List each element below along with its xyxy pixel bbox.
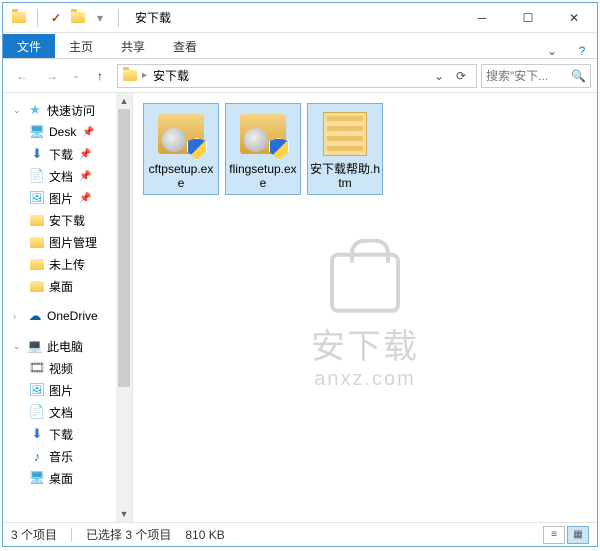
scroll-down-icon[interactable]: ▼ (116, 506, 132, 522)
address-dropdown-icon[interactable]: ⌄ (428, 65, 450, 87)
pictures-icon: 🖼 (29, 382, 45, 398)
ribbon-expand-icon[interactable]: ⌄ (537, 44, 567, 58)
app-folder-icon (11, 10, 27, 26)
sidebar-item-folder[interactable]: 安下载 (3, 209, 132, 231)
selection-size: 810 KB (185, 528, 224, 542)
navigation-pane: ⌄ ★ 快速访问 🖥Desk📌 ⬇下载📌 📄文档📌 🖼图片📌 安下载 图片管理 … (3, 93, 133, 522)
sidebar-item-folder[interactable]: 未上传 (3, 253, 132, 275)
address-bar[interactable]: ▸ 安下载 ⌄ ⟳ (117, 64, 477, 88)
file-tab[interactable]: 文件 (3, 34, 55, 58)
icons-view-button[interactable]: ▦ (567, 526, 589, 544)
status-bar: 3 个项目 已选择 3 个项目 810 KB ≡ ▦ (3, 522, 597, 546)
sidebar-item-pictures[interactable]: 🖼图片📌 (3, 187, 132, 209)
qat-new-folder-icon[interactable] (70, 10, 86, 26)
navigation-row: ← → ⌄ ↑ ▸ 安下载 ⌄ ⟳ 🔍 (3, 59, 597, 93)
sidebar-scrollbar[interactable]: ▲ ▼ (116, 93, 132, 522)
sidebar-item-downloads[interactable]: ⬇下载 (3, 423, 132, 445)
search-input[interactable] (486, 69, 567, 83)
quick-access-toolbar: ✓ ▾ (3, 9, 131, 27)
desktop-icon: 🖥 (29, 124, 45, 140)
sidebar-item-folder[interactable]: 桌面 (3, 275, 132, 297)
sidebar-item-downloads[interactable]: ⬇下载📌 (3, 143, 132, 165)
exe-icon (155, 108, 207, 160)
sidebar-item-desktop[interactable]: 🖥Desk📌 (3, 121, 132, 143)
htm-icon (319, 108, 371, 160)
pictures-icon: 🖼 (29, 190, 45, 206)
download-icon: ⬇ (29, 146, 45, 162)
sidebar-item-music[interactable]: ♪音乐 (3, 445, 132, 467)
search-icon[interactable]: 🔍 (571, 69, 586, 83)
item-count: 3 个项目 (11, 526, 57, 543)
folder-icon (29, 278, 45, 294)
pin-icon: 📌 (82, 127, 94, 138)
this-pc-node[interactable]: ⌄💻此电脑 (3, 335, 132, 357)
caret-right-icon[interactable]: › (13, 311, 23, 321)
sidebar-item-desktop[interactable]: 🖥桌面 (3, 467, 132, 489)
caret-down-icon[interactable]: ⌄ (13, 341, 23, 352)
close-button[interactable]: ✕ (551, 3, 597, 33)
document-icon: 📄 (29, 404, 45, 420)
ribbon-tabs: 文件 主页 共享 查看 ⌄ ? (3, 33, 597, 59)
breadcrumb[interactable]: 安下载 (151, 67, 191, 84)
qat-properties-icon[interactable]: ✓ (48, 10, 64, 26)
desktop-icon: 🖥 (29, 470, 45, 486)
music-icon: ♪ (29, 448, 45, 464)
title-bar: ✓ ▾ 安下载 ─ ☐ ✕ (3, 3, 597, 33)
folder-icon (29, 234, 45, 250)
refresh-icon[interactable]: ⟳ (450, 65, 472, 87)
sidebar-item-label: 快速访问 (47, 102, 95, 119)
tab-view[interactable]: 查看 (159, 34, 211, 58)
help-icon[interactable]: ? (567, 44, 597, 58)
file-name-label: cftpsetup.exe (146, 162, 216, 190)
scroll-up-icon[interactable]: ▲ (116, 93, 132, 109)
folder-icon (29, 212, 45, 228)
exe-icon (237, 108, 289, 160)
folder-icon (122, 68, 138, 84)
qat-dropdown-icon[interactable]: ▾ (92, 10, 108, 26)
quick-access-node[interactable]: ⌄ ★ 快速访问 (3, 99, 132, 121)
pc-icon: 💻 (27, 338, 43, 354)
star-icon: ★ (27, 102, 43, 118)
file-item[interactable]: flingsetup.exe (225, 103, 301, 195)
shield-icon (269, 138, 289, 160)
sidebar-item-folder[interactable]: 图片管理 (3, 231, 132, 253)
video-icon: 🎞 (29, 360, 45, 376)
onedrive-icon: ☁ (27, 308, 43, 324)
download-icon: ⬇ (29, 426, 45, 442)
window-title: 安下载 (135, 9, 171, 26)
recent-dropdown-icon[interactable]: ⌄ (69, 63, 83, 89)
document-icon: 📄 (29, 168, 45, 184)
details-view-button[interactable]: ≡ (543, 526, 565, 544)
forward-button[interactable]: → (39, 63, 65, 89)
sidebar-item-documents[interactable]: 📄文档📌 (3, 165, 132, 187)
maximize-button[interactable]: ☐ (505, 3, 551, 33)
sidebar-item-videos[interactable]: 🎞视频 (3, 357, 132, 379)
pin-icon: 📌 (79, 193, 91, 204)
selection-count: 已选择 3 个项目 (86, 526, 171, 543)
folder-icon (29, 256, 45, 272)
file-name-label: 安下载帮助.htm (310, 162, 380, 190)
pin-icon: 📌 (79, 149, 91, 160)
shield-icon (187, 138, 207, 160)
caret-down-icon[interactable]: ⌄ (13, 105, 23, 116)
file-item[interactable]: cftpsetup.exe (143, 103, 219, 195)
pin-icon: 📌 (79, 171, 91, 182)
minimize-button[interactable]: ─ (459, 3, 505, 33)
scrollbar-thumb[interactable] (118, 109, 130, 387)
tab-home[interactable]: 主页 (55, 34, 107, 58)
sidebar-item-documents[interactable]: 📄文档 (3, 401, 132, 423)
file-item[interactable]: 安下载帮助.htm (307, 103, 383, 195)
chevron-right-icon[interactable]: ▸ (142, 70, 147, 81)
tab-share[interactable]: 共享 (107, 34, 159, 58)
watermark: 安下载 anxz.com (311, 252, 419, 390)
file-name-label: flingsetup.exe (228, 162, 298, 190)
up-button[interactable]: ↑ (87, 63, 113, 89)
file-list-pane[interactable]: cftpsetup.exe flingsetup.exe 安下载帮助.htm 安… (133, 93, 597, 522)
back-button[interactable]: ← (9, 63, 35, 89)
onedrive-node[interactable]: ›☁OneDrive (3, 305, 132, 327)
search-box[interactable]: 🔍 (481, 64, 591, 88)
sidebar-item-pictures[interactable]: 🖼图片 (3, 379, 132, 401)
